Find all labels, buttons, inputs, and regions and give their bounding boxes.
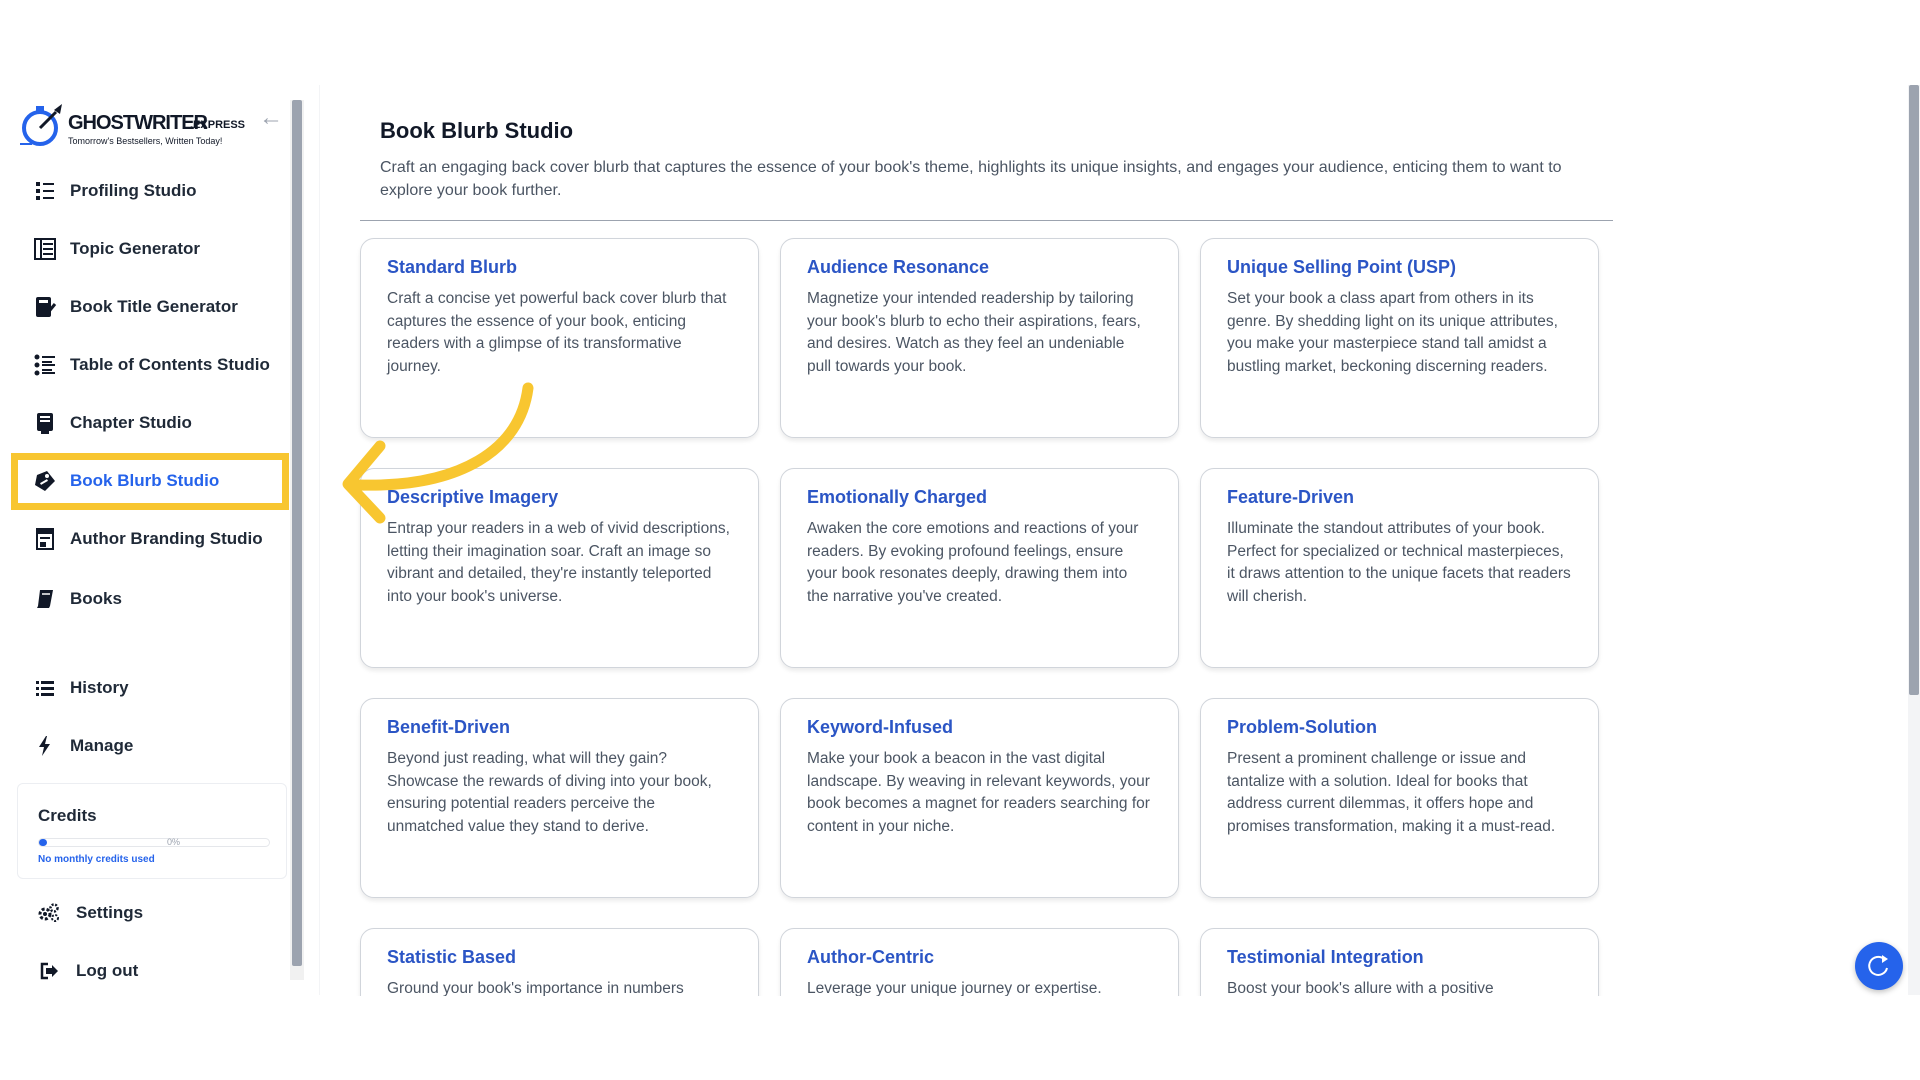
main-scrollbar-thumb[interactable] bbox=[1909, 85, 1919, 695]
card-description: Awaken the core emotions and reactions o… bbox=[807, 520, 1139, 605]
sidebar-item-label: Topic Generator bbox=[70, 239, 201, 258]
sidebar-item-label: Settings bbox=[76, 903, 144, 922]
card-description: Beyond just reading, what will they gain… bbox=[387, 750, 712, 835]
branding-icon bbox=[32, 526, 58, 552]
refresh-button[interactable] bbox=[1855, 942, 1903, 990]
collapse-sidebar-button[interactable]: ← bbox=[258, 105, 284, 131]
sidebar-item-settings[interactable]: Settings bbox=[10, 886, 288, 940]
card-description: Entrap your readers in a web of vivid de… bbox=[387, 520, 730, 605]
card-description: Craft a concise yet powerful back cover … bbox=[387, 290, 727, 375]
sidebar-scrollbar-thumb[interactable] bbox=[292, 100, 302, 966]
card-title: Testimonial Integration bbox=[1227, 947, 1424, 967]
brand-logo[interactable]: GHOSTWRITER .EXPRESS Tomorrow's Bestsell… bbox=[18, 100, 245, 152]
toc-icon bbox=[32, 352, 58, 378]
credits-note: No monthly credits used bbox=[38, 854, 155, 865]
viewport-bottom-cutoff bbox=[0, 996, 1920, 1080]
blurb-card-usp[interactable]: Unique Selling Point (USP) Set your book… bbox=[1200, 238, 1599, 438]
refresh-icon bbox=[1868, 955, 1888, 976]
sidebar-item-history[interactable]: History bbox=[10, 661, 288, 715]
bolt-icon bbox=[32, 733, 58, 759]
sidebar-item-label: Profiling Studio bbox=[70, 181, 197, 200]
sidebar-item-book-title-generator[interactable]: Book Title Generator bbox=[10, 280, 288, 334]
arrow-left-icon: ← bbox=[259, 104, 283, 131]
card-description: Set your book a class apart from others … bbox=[1227, 290, 1558, 375]
card-title: Unique Selling Point (USP) bbox=[1227, 257, 1456, 277]
blurb-card-keyword-infused[interactable]: Keyword-Infused Make your book a beacon … bbox=[780, 698, 1179, 898]
credits-card: Credits 0% No monthly credits used bbox=[17, 783, 287, 879]
sidebar-item-label: Table of Contents Studio bbox=[70, 355, 270, 374]
card-title: Audience Resonance bbox=[807, 257, 990, 277]
sidebar-item-manage[interactable]: Manage bbox=[10, 719, 288, 773]
sidebar-item-label: Chapter Studio bbox=[70, 413, 192, 432]
brand-tagline: Tomorrow's Bestsellers, Written Today! bbox=[68, 136, 223, 146]
card-title: Keyword-Infused bbox=[807, 717, 954, 737]
card-description: Illuminate the standout attributes of yo… bbox=[1227, 520, 1571, 605]
card-description: Magnetize your intended readership by ta… bbox=[807, 290, 1141, 375]
credits-title: Credits bbox=[38, 806, 97, 825]
card-title: Standard Blurb bbox=[387, 257, 518, 277]
card-title: Problem-Solution bbox=[1227, 717, 1377, 737]
card-title: Feature-Driven bbox=[1227, 487, 1355, 507]
header-divider bbox=[360, 220, 1613, 221]
book-icon bbox=[32, 586, 58, 612]
sidebar-item-topic-generator[interactable]: Topic Generator bbox=[10, 222, 288, 276]
chapter-icon bbox=[32, 410, 58, 436]
card-title: Benefit-Driven bbox=[387, 717, 511, 737]
card-title: Statistic Based bbox=[387, 947, 517, 967]
blurb-card-audience-resonance[interactable]: Audience Resonance Magnetize your intend… bbox=[780, 238, 1179, 438]
logout-icon bbox=[36, 958, 62, 984]
history-list-icon bbox=[32, 675, 58, 701]
sidebar-item-chapter-studio[interactable]: Chapter Studio bbox=[10, 396, 288, 450]
sidebar-item-label: History bbox=[70, 678, 129, 697]
card-title: Author-Centric bbox=[807, 947, 934, 967]
sidebar-item-author-branding-studio[interactable]: Author Branding Studio bbox=[10, 512, 288, 566]
sidebar-item-logout[interactable]: Log out bbox=[10, 944, 288, 998]
blurb-card-problem-solution[interactable]: Problem-Solution Present a prominent cha… bbox=[1200, 698, 1599, 898]
blurb-card-feature-driven[interactable]: Feature-Driven Illuminate the standout a… bbox=[1200, 468, 1599, 668]
sidebar-item-label: Manage bbox=[70, 736, 134, 755]
topic-list-icon bbox=[32, 236, 58, 262]
blurb-card-emotionally-charged[interactable]: Emotionally Charged Awaken the core emot… bbox=[780, 468, 1179, 668]
list-numbered-icon bbox=[32, 178, 58, 204]
highlight-annotation-box bbox=[11, 453, 289, 510]
annotation-arrow bbox=[342, 382, 534, 524]
card-title: Emotionally Charged bbox=[807, 487, 988, 507]
brand-name-suffix: .EXPRESS bbox=[190, 119, 246, 131]
book-pen-icon bbox=[32, 294, 58, 320]
blurb-card-benefit-driven[interactable]: Benefit-Driven Beyond just reading, what… bbox=[360, 698, 759, 898]
card-description: Present a prominent challenge or issue a… bbox=[1227, 750, 1556, 835]
credits-percent: 0% bbox=[167, 837, 181, 847]
credits-progress-fill bbox=[39, 839, 47, 846]
sidebar-item-label: Book Title Generator bbox=[70, 297, 238, 316]
page-title: Book Blurb Studio bbox=[380, 118, 574, 143]
main-divider bbox=[319, 85, 320, 995]
sidebar-item-toc-studio[interactable]: Table of Contents Studio bbox=[10, 338, 288, 392]
sidebar-item-label: Books bbox=[70, 589, 122, 608]
app-window: GHOSTWRITER .EXPRESS Tomorrow's Bestsell… bbox=[0, 0, 1920, 1080]
sidebar-item-books[interactable]: Books bbox=[10, 572, 288, 626]
sidebar-item-label: Log out bbox=[76, 961, 139, 980]
sidebar-item-label: Author Branding Studio bbox=[70, 529, 263, 548]
page-description: Craft an engaging back cover blurb that … bbox=[380, 159, 1562, 199]
sidebar-item-profiling-studio[interactable]: Profiling Studio bbox=[10, 164, 288, 218]
gears-icon bbox=[36, 900, 62, 926]
credits-progress-bar: 0% bbox=[38, 837, 270, 847]
brand-name-main: GHOSTWRITER bbox=[68, 112, 208, 134]
card-description: Make your book a beacon in the vast digi… bbox=[807, 750, 1150, 835]
